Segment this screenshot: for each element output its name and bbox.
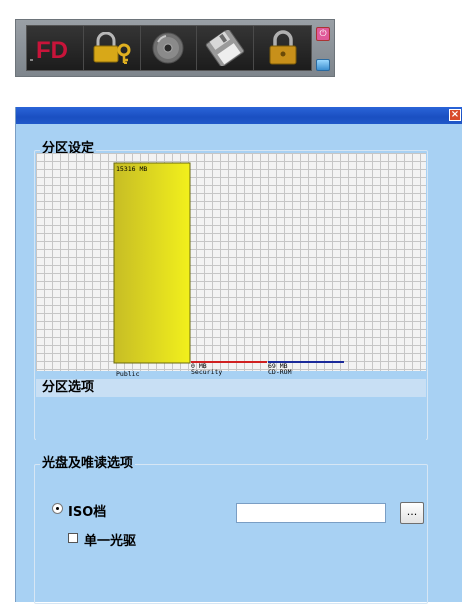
single-drive-label: 单一光驱 — [84, 534, 137, 549]
bar-value-label-public: 15316 MB — [116, 165, 147, 173]
toolbar-button-strip: FD — [26, 25, 312, 71]
cd-icon — [152, 32, 184, 64]
partition-chart[interactable]: 15316 MB Public 0 MB Security 69 MB CD-ROM — [36, 153, 426, 378]
cd-button[interactable] — [141, 26, 198, 70]
lock-key-button[interactable] — [84, 26, 141, 70]
close-button[interactable]: × — [449, 109, 461, 121]
partition-dialog: × 分区设定 15316 MB Public 0 MB Security 69 MB CD… — [15, 107, 462, 604]
partition-options-area — [36, 397, 426, 440]
partition-logo-button[interactable]: FD — [27, 26, 84, 70]
category-label-public: Public — [116, 370, 140, 378]
floppy-disk-icon — [206, 30, 245, 66]
browse-button[interactable]: ... — [400, 502, 424, 524]
padlock-button[interactable] — [254, 26, 311, 70]
window-icon[interactable] — [316, 59, 330, 71]
iso-label: ISO档 — [68, 505, 107, 520]
partition-options-title: 分区选项 — [42, 380, 95, 395]
category-label-security: Security — [191, 368, 222, 376]
title-bar: × — [16, 107, 462, 124]
iso-path-input[interactable] — [236, 503, 386, 523]
cd-readonly-title: 光盘及唯读选项 — [40, 456, 136, 472]
partition-chart-svg: 15316 MBPublic0 MBSecurity69 MBCD-ROM — [113, 162, 344, 378]
padlock-icon — [269, 30, 297, 65]
single-drive-checkbox[interactable] — [68, 533, 78, 543]
partition-logo-text: FD — [36, 37, 68, 63]
bar-public — [113, 162, 191, 364]
toolbar: FD ⏻ — [15, 19, 335, 77]
floppy-button[interactable] — [197, 26, 255, 70]
partition-icon: FD — [29, 37, 68, 63]
category-label-cd-rom: CD-ROM — [268, 368, 292, 376]
iso-radio[interactable] — [52, 503, 63, 514]
lock-key-icon — [93, 32, 131, 64]
toolbar-side-buttons: ⏻ — [316, 27, 330, 71]
power-icon[interactable]: ⏻ — [316, 27, 330, 41]
